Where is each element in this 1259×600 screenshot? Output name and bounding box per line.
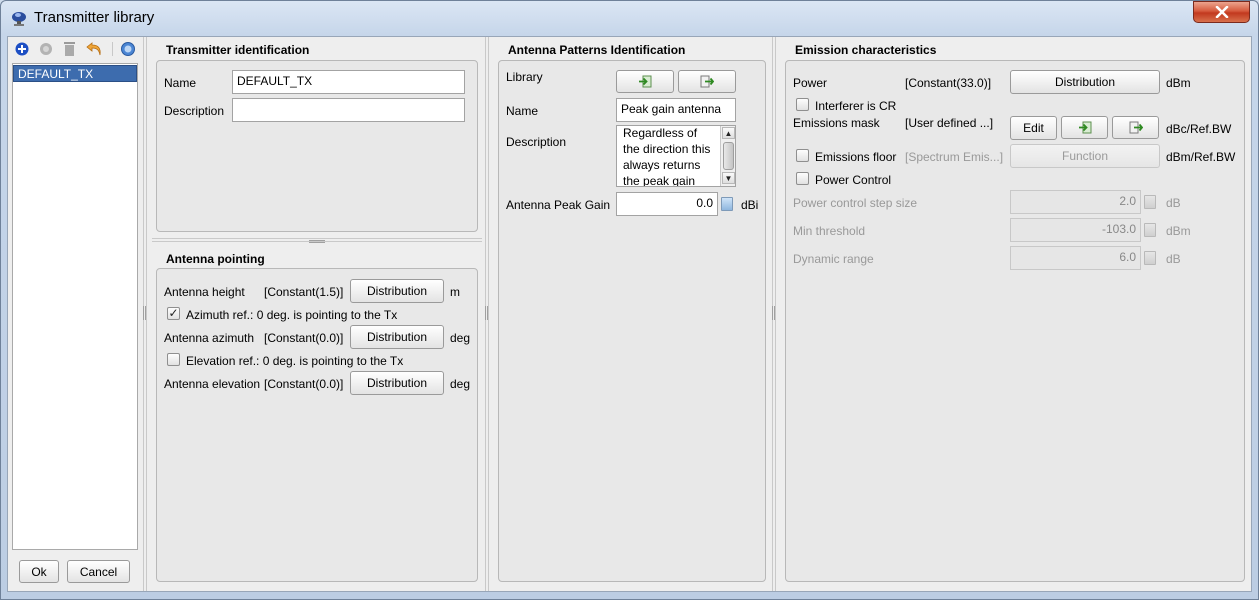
antenna-elevation-label: Antenna elevation (164, 377, 261, 391)
import-icon (1078, 121, 1091, 134)
description-scrollbar[interactable]: ▲ ▼ (720, 126, 735, 186)
add-icon[interactable] (15, 42, 29, 56)
pattern-description-label: Description (506, 135, 567, 149)
satellite-dish-icon (12, 12, 26, 26)
min-threshold-unit: dBm (1166, 224, 1191, 238)
peak-gain-label: Antenna Peak Gain (506, 198, 611, 212)
tx-name-input[interactable]: DEFAULT_TX (232, 70, 465, 94)
dynamic-range-unit: dB (1166, 252, 1181, 266)
description-line: the peak gain (623, 174, 696, 187)
library-label: Library (506, 70, 543, 84)
splitter-grip (772, 306, 775, 320)
antenna-azimuth-distribution-button[interactable]: Distribution (350, 325, 444, 349)
scroll-down-icon[interactable]: ▼ (722, 172, 735, 184)
emissions-floor-value: [Spectrum Emis...] (905, 150, 1004, 164)
antenna-height-label: Antenna height (164, 285, 245, 299)
antenna-pointing-title: Antenna pointing (166, 252, 265, 266)
emissions-mask-import-button[interactable] (1061, 116, 1108, 139)
power-control-label: Power Control (815, 173, 892, 187)
power-distribution-button[interactable]: Distribution (1010, 70, 1160, 94)
window-title: Transmitter library (34, 9, 155, 26)
scroll-up-icon[interactable]: ▲ (722, 127, 735, 139)
emissions-mask-label: Emissions mask (793, 116, 880, 130)
azimuth-ref-checkbox[interactable]: ✓ (167, 307, 180, 320)
library-export-button[interactable] (678, 70, 736, 93)
power-value: [Constant(33.0)] (905, 76, 992, 90)
emissions-floor-unit: dBm/Ref.BW (1166, 150, 1236, 164)
step-size-input[interactable]: 2.0 (1010, 190, 1141, 214)
undo-icon[interactable] (86, 41, 103, 56)
antenna-height-unit: m (450, 285, 460, 299)
record-icon (40, 43, 52, 55)
tx-description-input[interactable] (232, 98, 465, 122)
emissions-mask-export-button[interactable] (1112, 116, 1159, 139)
tx-name-label: Name (164, 76, 197, 90)
peak-gain-unit: dBi (741, 198, 759, 212)
tx-description-label: Description (164, 104, 225, 118)
description-line: always returns (623, 158, 701, 172)
min-threshold-calculator-icon (1144, 223, 1156, 237)
step-size-unit: dB (1166, 196, 1181, 210)
list-item-default-tx[interactable]: DEFAULT_TX (13, 65, 137, 82)
emissions-mask-unit: dBc/Ref.BW (1166, 122, 1232, 136)
min-threshold-input[interactable]: -103.0 (1010, 218, 1141, 242)
splitter-grip (485, 306, 488, 320)
pattern-description-textarea[interactable]: Regardless of the direction this always … (616, 125, 736, 187)
antenna-patterns-title: Antenna Patterns Identification (508, 43, 686, 57)
antenna-elevation-unit: deg (450, 377, 471, 391)
antenna-height-distribution-button[interactable]: Distribution (350, 279, 444, 303)
interferer-cr-checkbox[interactable] (796, 98, 809, 111)
dynamic-range-calculator-icon (1144, 251, 1156, 265)
peak-gain-calculator-icon[interactable] (721, 197, 733, 211)
ok-button[interactable]: Ok (19, 560, 59, 583)
delete-icon (64, 42, 75, 56)
elevation-ref-label: Elevation ref.: 0 deg. is pointing to th… (186, 354, 404, 368)
splitter-grip (309, 240, 325, 243)
transmitter-identification-title: Transmitter identification (166, 43, 310, 57)
emissions-mask-value: [User defined ...] (905, 116, 994, 130)
emission-title: Emission characteristics (795, 43, 937, 57)
antenna-elevation-distribution-button[interactable]: Distribution (350, 371, 444, 395)
transmitter-list[interactable] (12, 63, 138, 550)
cancel-button[interactable]: Cancel (67, 560, 130, 583)
azimuth-ref-label: Azimuth ref.: 0 deg. is pointing to the … (186, 308, 398, 322)
library-import-button[interactable] (616, 70, 674, 93)
close-icon (1215, 6, 1228, 18)
help-icon[interactable] (121, 42, 135, 56)
power-unit: dBm (1166, 76, 1191, 90)
description-line: Regardless of (623, 126, 698, 140)
pattern-name-input[interactable]: Peak gain antenna (616, 98, 736, 122)
antenna-azimuth-unit: deg (450, 331, 471, 345)
step-size-label: Power control step size (793, 196, 918, 210)
antenna-height-value: [Constant(1.5)] (264, 285, 344, 299)
min-threshold-label: Min threshold (793, 224, 866, 238)
emissions-floor-function-button[interactable]: Function (1010, 144, 1160, 168)
pattern-name-label: Name (506, 104, 539, 118)
elevation-ref-checkbox[interactable] (167, 353, 180, 366)
splitter-grip (143, 306, 146, 320)
export-icon (1129, 121, 1143, 134)
export-icon (700, 75, 714, 88)
antenna-azimuth-label: Antenna azimuth (164, 331, 255, 345)
power-control-checkbox[interactable] (796, 172, 809, 185)
power-label: Power (793, 76, 828, 90)
antenna-azimuth-value: [Constant(0.0)] (264, 331, 344, 345)
description-line: the direction this (623, 142, 711, 156)
close-button[interactable] (1193, 1, 1250, 23)
import-icon (639, 75, 652, 88)
dynamic-range-label: Dynamic range (793, 252, 874, 266)
emissions-floor-label: Emissions floor (815, 150, 897, 164)
emissions-mask-edit-button[interactable]: Edit (1010, 116, 1057, 140)
dynamic-range-input[interactable]: 6.0 (1010, 246, 1141, 270)
interferer-cr-label: Interferer is CR (815, 99, 897, 113)
toolbar-separator (112, 42, 113, 56)
step-size-calculator-icon (1144, 195, 1156, 209)
peak-gain-input[interactable]: 0.0 (616, 192, 718, 216)
scroll-thumb[interactable] (723, 142, 734, 170)
antenna-elevation-value: [Constant(0.0)] (264, 377, 344, 391)
emissions-floor-checkbox[interactable] (796, 149, 809, 162)
